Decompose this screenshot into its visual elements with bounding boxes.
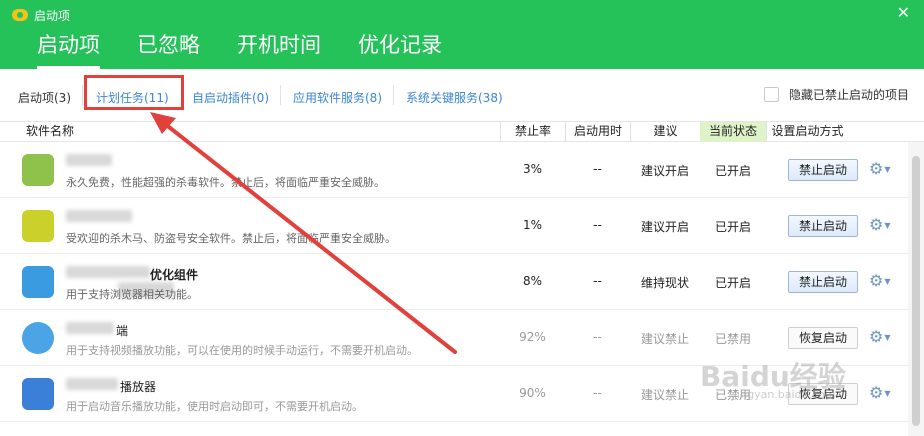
current-status: 已开启 [714, 164, 751, 178]
vertical-scrollbar[interactable] [908, 142, 924, 436]
disable-startup-button[interactable]: 禁止启动 [788, 159, 858, 181]
software-name: 优化组件 [150, 268, 199, 282]
current-status: 已开启 [714, 220, 751, 234]
software-desc: 用于启动音乐播放功能，使用时启动即可，不需要开机启动。 [66, 400, 363, 413]
ban-rate: 92% [519, 330, 546, 344]
subtab-app-services[interactable]: 应用软件服务(8) [293, 89, 382, 106]
tab-boot-time[interactable]: 开机时间 [237, 31, 321, 65]
column-current-status[interactable]: 当前状态 [700, 122, 766, 142]
disable-startup-button[interactable]: 禁止启动 [788, 215, 858, 237]
start-time: -- [593, 162, 602, 176]
tab-ignored[interactable]: 已忽略 [137, 31, 200, 65]
software-name: 端 [116, 324, 129, 338]
ban-rate: 3% [522, 162, 543, 176]
scrollbar-thumb[interactable] [912, 156, 920, 426]
gear-icon[interactable]: ⚙▼ [869, 159, 891, 180]
advice: 建议开启 [640, 164, 689, 178]
advice: 建议禁止 [640, 332, 689, 346]
hide-disabled-checkbox[interactable] [763, 87, 779, 102]
subtab-startup[interactable]: 启动项(3) [18, 89, 71, 106]
table-row[interactable]: 优化组件 用于支持浏览器相关功能。 8% -- 维持现状 已开启 禁止启动 ⚙▼ [0, 254, 908, 310]
startup-manager-window: 启动项 ✕ 启动项 已忽略 开机时间 优化记录 启动项(3) 计划任务(11) … [0, 0, 924, 436]
hide-disabled-option[interactable]: 隐藏已禁止启动的项目 [763, 86, 909, 103]
tab-startup-items[interactable]: 启动项 [37, 31, 100, 69]
blurred-name [66, 210, 132, 222]
blurred-name [66, 266, 150, 278]
blurred-name [66, 154, 112, 166]
gear-icon[interactable]: ⚙▼ [869, 383, 891, 404]
restore-startup-button[interactable]: 恢复启动 [788, 327, 858, 349]
app-icon [22, 322, 54, 354]
app-icon [22, 378, 54, 410]
app-icon [22, 266, 54, 298]
window-title: 启动项 [34, 8, 71, 23]
app-icon [22, 210, 54, 242]
start-time: -- [593, 274, 602, 288]
sub-tabs: 启动项(3) 计划任务(11) 自启动插件(0) 应用软件服务(8) 系统关键服… [0, 69, 924, 122]
app-icon [22, 154, 54, 186]
blurred-name [66, 322, 114, 334]
table-row[interactable]: 永久免费，性能超强的杀毒软件。禁止后，将面临严重安全威胁。 3% -- 建议开启… [0, 142, 908, 198]
title-bar: 启动项 [12, 6, 70, 24]
hide-disabled-label: 隐藏已禁止启动的项目 [788, 88, 909, 102]
subtab-system-services[interactable]: 系统关键服务(38) [406, 89, 503, 106]
software-desc: 受欢迎的杀木马、防盗号安全软件。禁止后，将面临严重安全威胁。 [66, 232, 396, 245]
column-advice[interactable]: 建议 [630, 122, 700, 142]
column-start-time[interactable]: 启动用时 [565, 122, 630, 142]
advice: 建议开启 [640, 220, 689, 234]
software-desc: 用于支持视频播放功能，可以在使用的时候手动运行，不需要开机启动。 [66, 344, 418, 357]
app-logo-icon [12, 9, 28, 21]
watermark-url: jingyan.baidu.com [734, 388, 836, 401]
gear-icon[interactable]: ⚙▼ [869, 215, 891, 236]
subtab-divider [393, 85, 394, 105]
ban-rate: 1% [522, 218, 543, 232]
advice: 建议禁止 [640, 388, 689, 402]
gear-icon[interactable]: ⚙▼ [869, 271, 891, 292]
close-icon[interactable]: ✕ [897, 4, 910, 22]
subtab-divider [280, 85, 281, 105]
column-startup-mode[interactable]: 设置启动方式 [766, 122, 848, 142]
column-ban-rate[interactable]: 禁止率 [500, 122, 565, 142]
software-name: 播放器 [120, 380, 157, 394]
current-status: 已禁用 [714, 332, 751, 346]
subtab-autostart-plugins[interactable]: 自启动插件(0) [192, 89, 269, 106]
subtab-divider [82, 85, 83, 105]
main-tabs: 启动项 已忽略 开机时间 优化记录 [37, 31, 479, 69]
advice: 维持现状 [640, 276, 689, 290]
disable-startup-button[interactable]: 禁止启动 [788, 271, 858, 293]
start-time: -- [593, 218, 602, 232]
start-time: -- [593, 386, 602, 400]
software-desc: 用于支持浏览器相关功能。 [66, 288, 198, 301]
start-time: -- [593, 330, 602, 344]
table-row[interactable]: 受欢迎的杀木马、防盗号安全软件。禁止后，将面临严重安全威胁。 1% -- 建议开… [0, 198, 908, 254]
gear-icon[interactable]: ⚙▼ [869, 327, 891, 348]
ban-rate: 90% [519, 386, 546, 400]
tab-optimize-history[interactable]: 优化记录 [358, 31, 442, 65]
ban-rate: 8% [522, 274, 543, 288]
annotation-highlight-box [84, 75, 184, 110]
column-name[interactable]: 软件名称 [26, 122, 106, 142]
software-desc: 永久免费，性能超强的杀毒软件。禁止后，将面临严重安全威胁。 [66, 176, 385, 189]
current-status: 已开启 [714, 276, 751, 290]
blurred-name [66, 378, 118, 390]
table-header: 软件名称 禁止率 启动用时 建议 当前状态 设置启动方式 [0, 122, 924, 142]
header-bar: 启动项 ✕ 启动项 已忽略 开机时间 优化记录 [0, 0, 924, 69]
